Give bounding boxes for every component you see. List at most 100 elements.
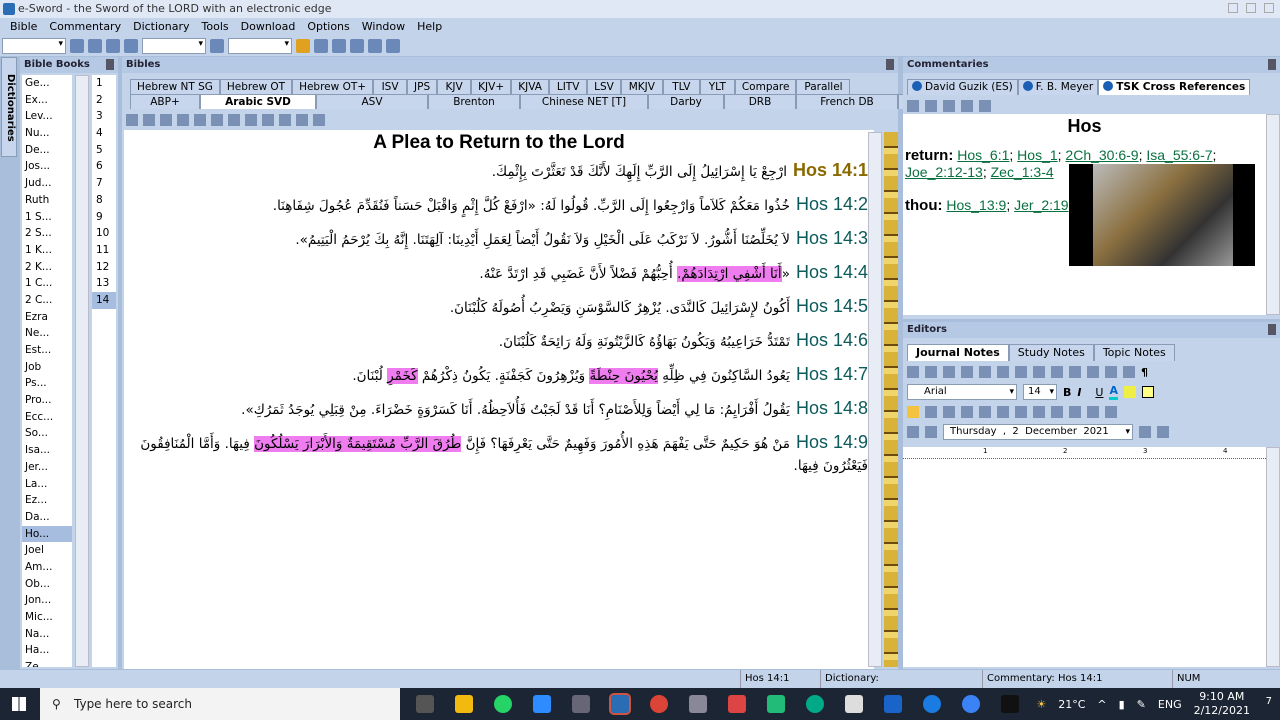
print-icon[interactable] — [143, 114, 155, 126]
reference-combo[interactable] — [2, 38, 66, 54]
paste-icon[interactable] — [997, 366, 1009, 378]
notifications-badge[interactable]: 7 — [1266, 696, 1272, 707]
tab-tsk-cross-references[interactable]: TSK Cross References — [1098, 79, 1251, 95]
chapter-item[interactable]: 9 — [92, 209, 116, 226]
book-item[interactable]: 2 S... — [22, 225, 72, 242]
book-item[interactable]: Lev... — [22, 108, 72, 125]
cross-reference-link[interactable]: Hos_1 — [1017, 147, 1057, 163]
task-view-icon[interactable] — [416, 695, 434, 713]
tab-bible-lsv[interactable]: LSV — [587, 79, 621, 94]
tab-bible-drb[interactable]: DRB — [724, 94, 796, 109]
books-icon[interactable] — [386, 39, 400, 53]
tab-bible-arabic-svd[interactable]: Arabic SVD — [200, 94, 316, 109]
chapter-item[interactable]: 12 — [92, 259, 116, 276]
book-item[interactable]: Jer... — [22, 459, 72, 476]
clock[interactable]: 9:10 AM 2/12/2021 — [1194, 690, 1250, 718]
tab-bible-tlv[interactable]: TLV — [662, 79, 700, 94]
pen-icon[interactable]: ✎ — [1137, 698, 1146, 711]
chapter-item[interactable]: 3 — [92, 108, 116, 125]
chapter-item[interactable]: 13 — [92, 275, 116, 292]
paste-icon[interactable] — [979, 100, 991, 112]
cross-reference-link[interactable]: Zec_1:3-4 — [991, 164, 1054, 180]
zoom-app-icon[interactable] — [533, 695, 551, 713]
book-item[interactable]: De... — [22, 142, 72, 159]
search-icon[interactable] — [925, 100, 937, 112]
book-item[interactable]: Ne... — [22, 325, 72, 342]
layout-b-icon[interactable] — [314, 39, 328, 53]
cut-icon[interactable] — [961, 366, 973, 378]
split-icon[interactable] — [279, 114, 291, 126]
binoculars-search-icon[interactable] — [124, 39, 138, 53]
copy-icon[interactable] — [925, 426, 937, 438]
tab-bible-isv[interactable]: ISV — [373, 79, 408, 94]
bookmark-icon[interactable] — [943, 100, 955, 112]
book-item[interactable]: Ha... — [22, 642, 72, 659]
minimize-button[interactable] — [1228, 3, 1238, 13]
book-item[interactable]: 1 K... — [22, 242, 72, 259]
book-item[interactable]: Na... — [22, 626, 72, 643]
book-item[interactable]: Ez... — [22, 492, 72, 509]
date-select[interactable]: Thursday , 2 December 2021 — [943, 424, 1133, 440]
tab-study-notes[interactable]: Study Notes — [1008, 344, 1094, 361]
chapter-item[interactable]: 6 — [92, 158, 116, 175]
menu-tools[interactable]: Tools — [196, 18, 235, 36]
gem-icon[interactable] — [210, 39, 224, 53]
prev-chapter-icon[interactable] — [296, 114, 308, 126]
page-icon[interactable] — [1105, 366, 1117, 378]
redo-icon[interactable] — [1033, 366, 1045, 378]
table-icon[interactable] — [1069, 366, 1081, 378]
underline-icon[interactable]: U — [1095, 386, 1103, 399]
camera-icon[interactable] — [572, 695, 590, 713]
chapter-item[interactable]: 5 — [92, 142, 116, 159]
book-item[interactable]: Ho... — [22, 525, 72, 543]
microphone-icon[interactable]: ▮ — [1119, 698, 1125, 711]
italic-icon[interactable]: I — [1077, 386, 1089, 399]
menu-bible[interactable]: Bible — [4, 18, 43, 36]
font-color-icon[interactable]: A — [1109, 384, 1118, 400]
chapter-item[interactable]: 1 — [92, 75, 116, 92]
verse-reference[interactable]: Hos 14:7 — [796, 364, 868, 384]
comment-icon[interactable] — [1141, 386, 1154, 398]
language-indicator[interactable]: ENG — [1158, 698, 1182, 711]
bold-icon[interactable]: B — [1063, 386, 1071, 399]
layout-c-icon[interactable] — [332, 39, 346, 53]
font-size-select[interactable]: 14 — [1023, 384, 1057, 400]
book-item[interactable]: Ezra — [22, 309, 72, 326]
tab-bible-kjva[interactable]: KJVA — [511, 79, 550, 94]
notes-icon[interactable] — [194, 114, 206, 126]
pin-icon[interactable] — [1268, 324, 1276, 335]
align-left-icon[interactable] — [907, 406, 919, 418]
calculator-icon[interactable] — [767, 695, 785, 713]
highlight-icon[interactable] — [245, 114, 257, 126]
verse-reference[interactable]: Hos 14:2 — [796, 194, 868, 214]
tab-journal-notes[interactable]: Journal Notes — [907, 344, 1009, 361]
highlight-color-icon[interactable] — [1123, 386, 1136, 398]
verse-reference[interactable]: Hos 14:5 — [796, 296, 868, 316]
book-list-scrollbar[interactable] — [75, 75, 89, 667]
bullet-list-icon[interactable] — [997, 406, 1009, 418]
verse-reference[interactable]: Hos 14:8 — [796, 398, 868, 418]
tab-bible-kjv[interactable]: KJV — [437, 79, 472, 94]
search-icon[interactable] — [1139, 426, 1151, 438]
cross-reference-link[interactable]: Hos_13:9 — [946, 197, 1006, 213]
chapter-item[interactable]: 4 — [92, 125, 116, 142]
book-item[interactable]: Pro... — [22, 392, 72, 409]
back-arrow-icon[interactable] — [88, 39, 102, 53]
tab-bible-hebrew-ot[interactable]: Hebrew OT — [219, 79, 293, 94]
paste-icon[interactable] — [228, 114, 240, 126]
verse-reference[interactable]: Hos 14:4 — [796, 262, 868, 282]
cross-reference-link[interactable]: Joe_2:12-13 — [905, 164, 983, 180]
page-break-icon[interactable] — [1105, 406, 1117, 418]
book-item[interactable]: Am... — [22, 559, 72, 576]
bookmark-icon[interactable] — [907, 366, 919, 378]
verse-reference[interactable]: Hos 14:1 — [793, 160, 868, 180]
bird-app-icon[interactable] — [884, 695, 902, 713]
save-icon[interactable] — [907, 426, 919, 438]
align-right-icon[interactable] — [943, 406, 955, 418]
notes-icon[interactable] — [961, 100, 973, 112]
book-item[interactable]: Joel — [22, 542, 72, 559]
tab-bible-ylt[interactable]: YLT — [699, 79, 735, 94]
file-explorer-icon[interactable] — [455, 695, 473, 713]
book-item[interactable]: Nu... — [22, 125, 72, 142]
sync-icon[interactable] — [923, 695, 941, 713]
